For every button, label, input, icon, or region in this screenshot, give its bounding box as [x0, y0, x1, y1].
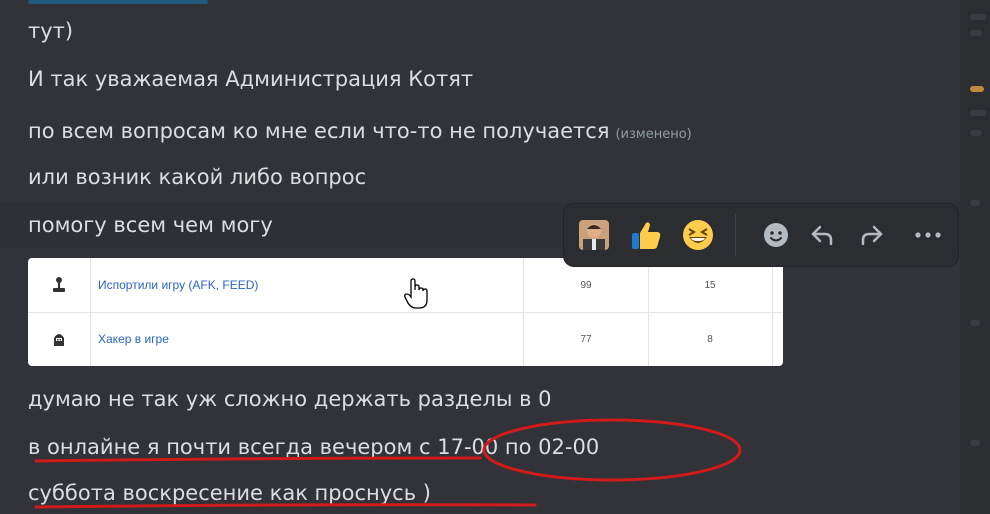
panel-text-fragment	[970, 130, 982, 136]
hacker-icon	[28, 312, 91, 366]
message-line: в онлайне я почти всегда вечером с 17-00…	[28, 435, 600, 459]
panel-text-fragment	[970, 200, 980, 206]
count-cell: 8	[648, 312, 773, 366]
more-icon[interactable]	[908, 215, 948, 255]
member-list-panel	[960, 0, 990, 514]
count-cell: 15	[648, 258, 773, 312]
message-line: по всем вопросам ко мне если что-то не п…	[28, 118, 692, 148]
message-text: по всем вопросам ко мне если что-то не п…	[28, 119, 610, 143]
hand-cursor-icon	[404, 278, 428, 314]
panel-text-fragment	[970, 110, 986, 116]
panel-text-fragment	[970, 14, 986, 20]
message-actions-toolbar	[564, 204, 958, 266]
toolbar-divider	[735, 214, 736, 256]
message-line: думаю не так уж сложно держать разделы в…	[28, 387, 552, 411]
message-line: или возник какой либо вопрос	[28, 165, 367, 189]
panel-avatar-fragment	[970, 86, 984, 92]
count-cell: 77	[524, 312, 649, 366]
message-line: суббота воскресение как проснусь )	[28, 481, 431, 505]
edited-label: (изменено)	[615, 127, 692, 142]
count-cell: 99	[524, 258, 649, 312]
add-reaction-icon[interactable]	[756, 215, 796, 255]
thumbs-up-emoji-reaction[interactable]	[626, 215, 666, 255]
reply-icon[interactable]	[802, 215, 842, 255]
joystick-icon	[28, 258, 91, 312]
table-row: Хакер в игре 77 8	[28, 312, 783, 366]
man-emoji-reaction[interactable]	[574, 215, 614, 255]
category-link[interactable]: Хакер в игре	[90, 312, 524, 366]
category-link[interactable]: Испортили игру (AFK, FEED)	[90, 258, 524, 312]
message-line: И так уважаемая Администрация Котят	[28, 67, 474, 91]
laughing-emoji-reaction[interactable]	[678, 215, 718, 255]
panel-text-fragment	[970, 440, 980, 446]
panel-text-fragment	[970, 320, 980, 326]
forward-icon[interactable]	[852, 215, 892, 255]
cut-off-line	[28, 0, 208, 4]
message-line: тут)	[28, 19, 74, 43]
message-line: помогу всем чем могу	[28, 213, 273, 237]
panel-text-fragment	[970, 30, 982, 36]
